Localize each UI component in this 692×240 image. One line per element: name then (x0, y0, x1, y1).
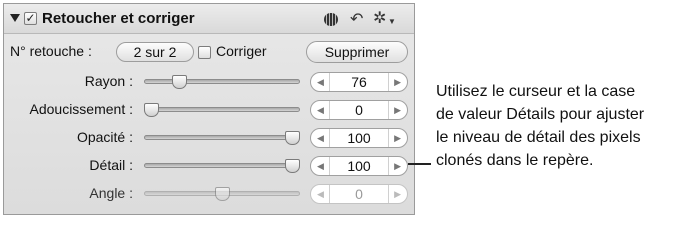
disclosure-triangle-icon[interactable] (10, 14, 20, 22)
decrement-arrow-icon[interactable]: ◀ (317, 186, 324, 202)
brush-icon[interactable] (324, 13, 338, 26)
opacity-value-field[interactable]: 100 (329, 129, 389, 147)
gear-icon[interactable]: ✲ (373, 8, 386, 28)
softness-slider-track[interactable] (144, 107, 300, 112)
radius-slider-knob[interactable] (172, 75, 187, 89)
radius-value-field[interactable]: 76 (329, 73, 389, 91)
enable-checkbox[interactable]: ✓ (24, 12, 37, 25)
softness-value-field[interactable]: 0 (329, 101, 389, 119)
opacity-value-stepper[interactable]: ◀ 100 ▶ (310, 128, 408, 148)
opacity-slider-knob[interactable] (285, 131, 300, 145)
retouch-number-label: N° retouche : (10, 43, 92, 59)
detail-label: Détail : (89, 157, 133, 173)
correct-checkbox[interactable] (198, 46, 211, 59)
callout-text: Utilisez le curseur et la case de valeur… (436, 80, 690, 172)
decrement-arrow-icon[interactable]: ◀ (317, 158, 324, 174)
detail-slider-knob[interactable] (285, 159, 300, 173)
detail-value-stepper[interactable]: ◀ 100 ▶ (310, 156, 408, 176)
decrement-arrow-icon[interactable]: ◀ (317, 130, 324, 146)
angle-value-stepper[interactable]: ◀ 0 ▶ (310, 184, 408, 204)
callout-line-4: clonés dans le repère. (436, 152, 594, 169)
chevron-down-icon[interactable]: ▼ (388, 17, 396, 26)
panel-header: ✓ Retoucher et corriger ↶ ✲ ▼ (4, 4, 414, 34)
delete-button[interactable]: Supprimer (306, 41, 408, 63)
callout-line-1: Utilisez le curseur et la case (436, 83, 636, 100)
opacity-label: Opacité : (76, 129, 133, 145)
radius-label: Rayon : (84, 73, 133, 89)
undo-icon[interactable]: ↶ (350, 9, 363, 29)
detail-value-field[interactable]: 100 (329, 157, 389, 175)
decrement-arrow-icon[interactable]: ◀ (317, 102, 324, 118)
callout-line-3: le niveau de détail des pixels (436, 129, 641, 146)
increment-arrow-icon[interactable]: ▶ (394, 130, 401, 146)
correct-label: Corriger (216, 43, 267, 59)
retouch-number-field[interactable]: 2 sur 2 (116, 42, 194, 62)
radius-value-stepper[interactable]: ◀ 76 ▶ (310, 72, 408, 92)
increment-arrow-icon[interactable]: ▶ (394, 186, 401, 202)
increment-arrow-icon[interactable]: ▶ (394, 74, 401, 90)
increment-arrow-icon[interactable]: ▶ (394, 158, 401, 174)
softness-label: Adoucissement : (29, 101, 134, 117)
opacity-slider-track[interactable] (144, 135, 300, 140)
detail-slider-track[interactable] (144, 163, 300, 168)
angle-label: Angle : (89, 185, 133, 201)
callout-line (408, 163, 431, 165)
softness-value-stepper[interactable]: ◀ 0 ▶ (310, 100, 408, 120)
panel-title: Retoucher et corriger (42, 10, 195, 27)
angle-value-field[interactable]: 0 (329, 185, 389, 203)
radius-slider-track[interactable] (144, 79, 300, 84)
retouch-panel: ✓ Retoucher et corriger ↶ ✲ ▼ N° retouch… (3, 3, 415, 215)
angle-slider-knob[interactable] (215, 187, 230, 201)
softness-slider-knob[interactable] (144, 103, 159, 117)
increment-arrow-icon[interactable]: ▶ (394, 102, 401, 118)
decrement-arrow-icon[interactable]: ◀ (317, 74, 324, 90)
callout-line-2: de valeur Détails pour ajuster (436, 106, 645, 123)
